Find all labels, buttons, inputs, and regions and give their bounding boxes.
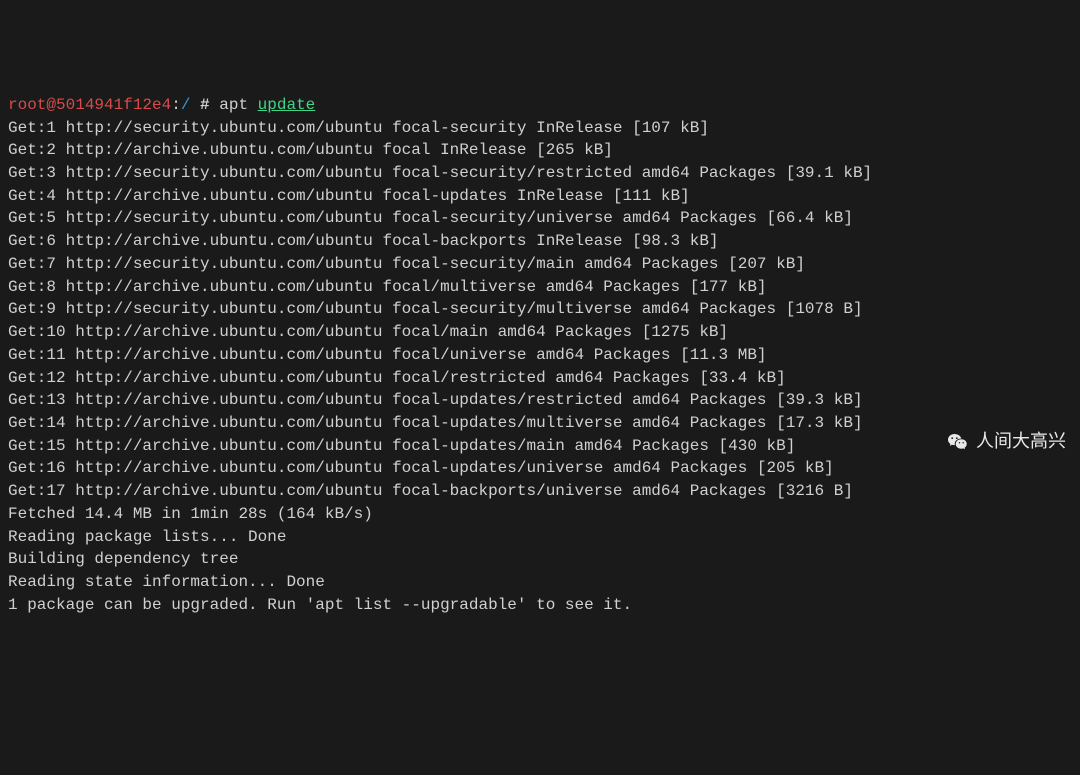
- prompt-line: root@5014941f12e4:/ # apt update: [8, 94, 1072, 117]
- output-line: Get:6 http://archive.ubuntu.com/ubuntu f…: [8, 230, 1072, 253]
- output-line: Fetched 14.4 MB in 1min 28s (164 kB/s): [8, 503, 1072, 526]
- output-line: Get:11 http://archive.ubuntu.com/ubuntu …: [8, 344, 1072, 367]
- output-line: Get:15 http://archive.ubuntu.com/ubuntu …: [8, 435, 1072, 458]
- output-line: Get:16 http://archive.ubuntu.com/ubuntu …: [8, 457, 1072, 480]
- output-line: Reading state information... Done: [8, 571, 1072, 594]
- output-line: Get:8 http://archive.ubuntu.com/ubuntu f…: [8, 276, 1072, 299]
- output-line: Get:10 http://archive.ubuntu.com/ubuntu …: [8, 321, 1072, 344]
- output-line: Reading package lists... Done: [8, 526, 1072, 549]
- prompt-hash: #: [190, 96, 219, 114]
- output-line: Get:2 http://archive.ubuntu.com/ubuntu f…: [8, 139, 1072, 162]
- output-line: Get:14 http://archive.ubuntu.com/ubuntu …: [8, 412, 1072, 435]
- output-line: Get:12 http://archive.ubuntu.com/ubuntu …: [8, 367, 1072, 390]
- command: apt: [219, 96, 257, 114]
- output-line: Get:17 http://archive.ubuntu.com/ubuntu …: [8, 480, 1072, 503]
- output-line: 1 package can be upgraded. Run 'apt list…: [8, 594, 1072, 617]
- prompt-sep: :: [171, 96, 181, 114]
- output-line: Building dependency tree: [8, 548, 1072, 571]
- output-line: Get:7 http://security.ubuntu.com/ubuntu …: [8, 253, 1072, 276]
- prompt-path: /: [181, 96, 191, 114]
- output-line: Get:3 http://security.ubuntu.com/ubuntu …: [8, 162, 1072, 185]
- wechat-watermark: 人间大高兴: [946, 379, 1066, 505]
- wechat-icon: [946, 379, 970, 505]
- terminal-output[interactable]: root@5014941f12e4:/ # apt updateGet:1 ht…: [8, 94, 1072, 617]
- output-line: Get:5 http://security.ubuntu.com/ubuntu …: [8, 207, 1072, 230]
- output-line: Get:13 http://archive.ubuntu.com/ubuntu …: [8, 389, 1072, 412]
- prompt-user: root@5014941f12e4: [8, 96, 171, 114]
- output-line: Get:1 http://security.ubuntu.com/ubuntu …: [8, 117, 1072, 140]
- command-argument: update: [258, 96, 316, 114]
- output-line: Get:9 http://security.ubuntu.com/ubuntu …: [8, 298, 1072, 321]
- watermark-text: 人间大高兴: [976, 429, 1066, 455]
- output-line: Get:4 http://archive.ubuntu.com/ubuntu f…: [8, 185, 1072, 208]
